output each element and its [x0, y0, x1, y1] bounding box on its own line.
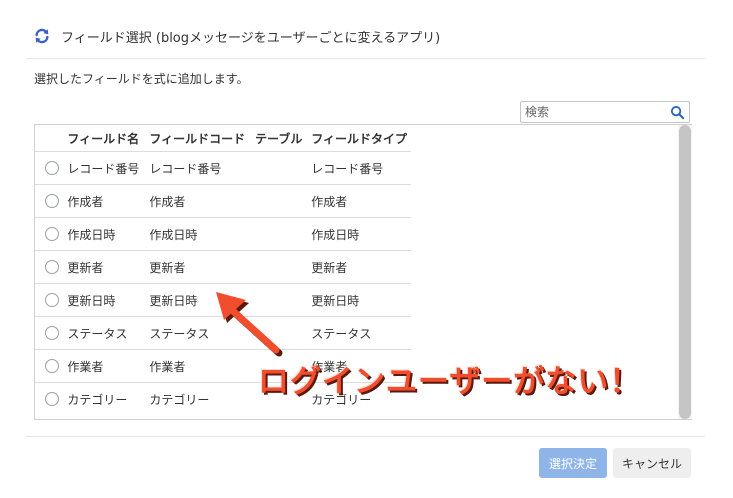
cell-field-name: 作成日時 [63, 217, 146, 251]
row-radio-cell [35, 283, 64, 317]
cell-table [251, 184, 308, 218]
cell-table [251, 151, 308, 185]
dialog-title-text: フィールド選択 (blogメッセージをユーザーごとに変えるアプリ) [61, 30, 441, 46]
header-field-name: フィールド名 [67, 131, 140, 146]
cell-field-name: 作業者 [63, 349, 146, 383]
cell-field-type: 作成者 [307, 184, 411, 218]
footer-divider [26, 436, 705, 437]
table-row[interactable]: 作成者 作成者 作成者 [35, 184, 411, 218]
cell-field-name: カテゴリー [63, 382, 146, 415]
table-row[interactable]: 作成日時 作成日時 作成日時 [35, 217, 411, 251]
cell-field-type: 更新者 [307, 250, 411, 284]
header-field-type: フィールドタイプ [311, 131, 407, 146]
dialog-title: フィールド選択 (blogメッセージをユーザーごとに変えるアプリ) [33, 26, 440, 46]
row-radio-cell [35, 250, 64, 284]
radio-button[interactable] [45, 326, 59, 341]
radio-button[interactable] [45, 260, 59, 275]
title-divider [26, 58, 705, 59]
annotation-arrow-icon [216, 292, 283, 357]
search-icon[interactable] [670, 105, 685, 120]
radio-button[interactable] [45, 194, 59, 209]
row-radio-cell [35, 217, 64, 251]
cell-field-name: 更新日時 [63, 283, 146, 317]
cell-field-name: 更新者 [63, 250, 146, 284]
table-row[interactable]: 更新者 更新者 更新者 [35, 250, 411, 284]
confirm-selection-button[interactable]: 選択決定 [539, 448, 607, 478]
cell-table [251, 250, 308, 284]
radio-button[interactable] [45, 293, 59, 308]
table-row[interactable]: レコード番号 レコード番号 レコード番号 [35, 151, 411, 185]
cell-field-code: 作成日時 [145, 217, 252, 251]
annotation-text: ログインユーザーがない！ [258, 364, 642, 400]
row-radio-cell [35, 151, 64, 185]
cell-field-name: レコード番号 [63, 151, 146, 185]
cell-field-code: 更新者 [145, 250, 252, 284]
row-radio-cell [35, 316, 64, 350]
search-input[interactable] [523, 103, 667, 121]
scrollbar-thumb[interactable] [679, 125, 691, 419]
cell-table [251, 217, 308, 251]
cell-field-name: 作成者 [63, 184, 146, 218]
table-scrollbar[interactable] [678, 125, 692, 419]
refresh-icon[interactable] [33, 27, 51, 45]
instruction-text: 選択したフィールドを式に追加します。 [34, 72, 249, 86]
cell-field-name: ステータス [63, 316, 146, 350]
cell-field-type: 作成日時 [307, 217, 411, 251]
radio-button[interactable] [45, 359, 59, 374]
header-field-code: フィールドコード [149, 131, 246, 146]
cancel-button[interactable]: キャンセル [613, 448, 691, 478]
radio-button[interactable] [45, 161, 59, 176]
cell-field-code: カテゴリー [145, 382, 252, 415]
row-radio-cell [35, 382, 64, 415]
search-box [520, 101, 690, 123]
table-header-row: フィールド名 フィールドコード テーブル フィールドタイプ [35, 125, 411, 152]
row-radio-cell [35, 184, 64, 218]
cell-field-code: レコード番号 [145, 151, 252, 185]
radio-button[interactable] [45, 227, 59, 242]
cell-field-type: 更新日時 [307, 283, 411, 317]
radio-button[interactable] [45, 392, 59, 407]
header-table: テーブル [255, 131, 303, 146]
header-radio-col [35, 125, 63, 152]
cell-field-code: 作成者 [145, 184, 252, 218]
cell-field-type: レコード番号 [307, 151, 411, 185]
cell-field-type: ステータス [307, 316, 411, 350]
row-radio-cell [35, 349, 64, 383]
